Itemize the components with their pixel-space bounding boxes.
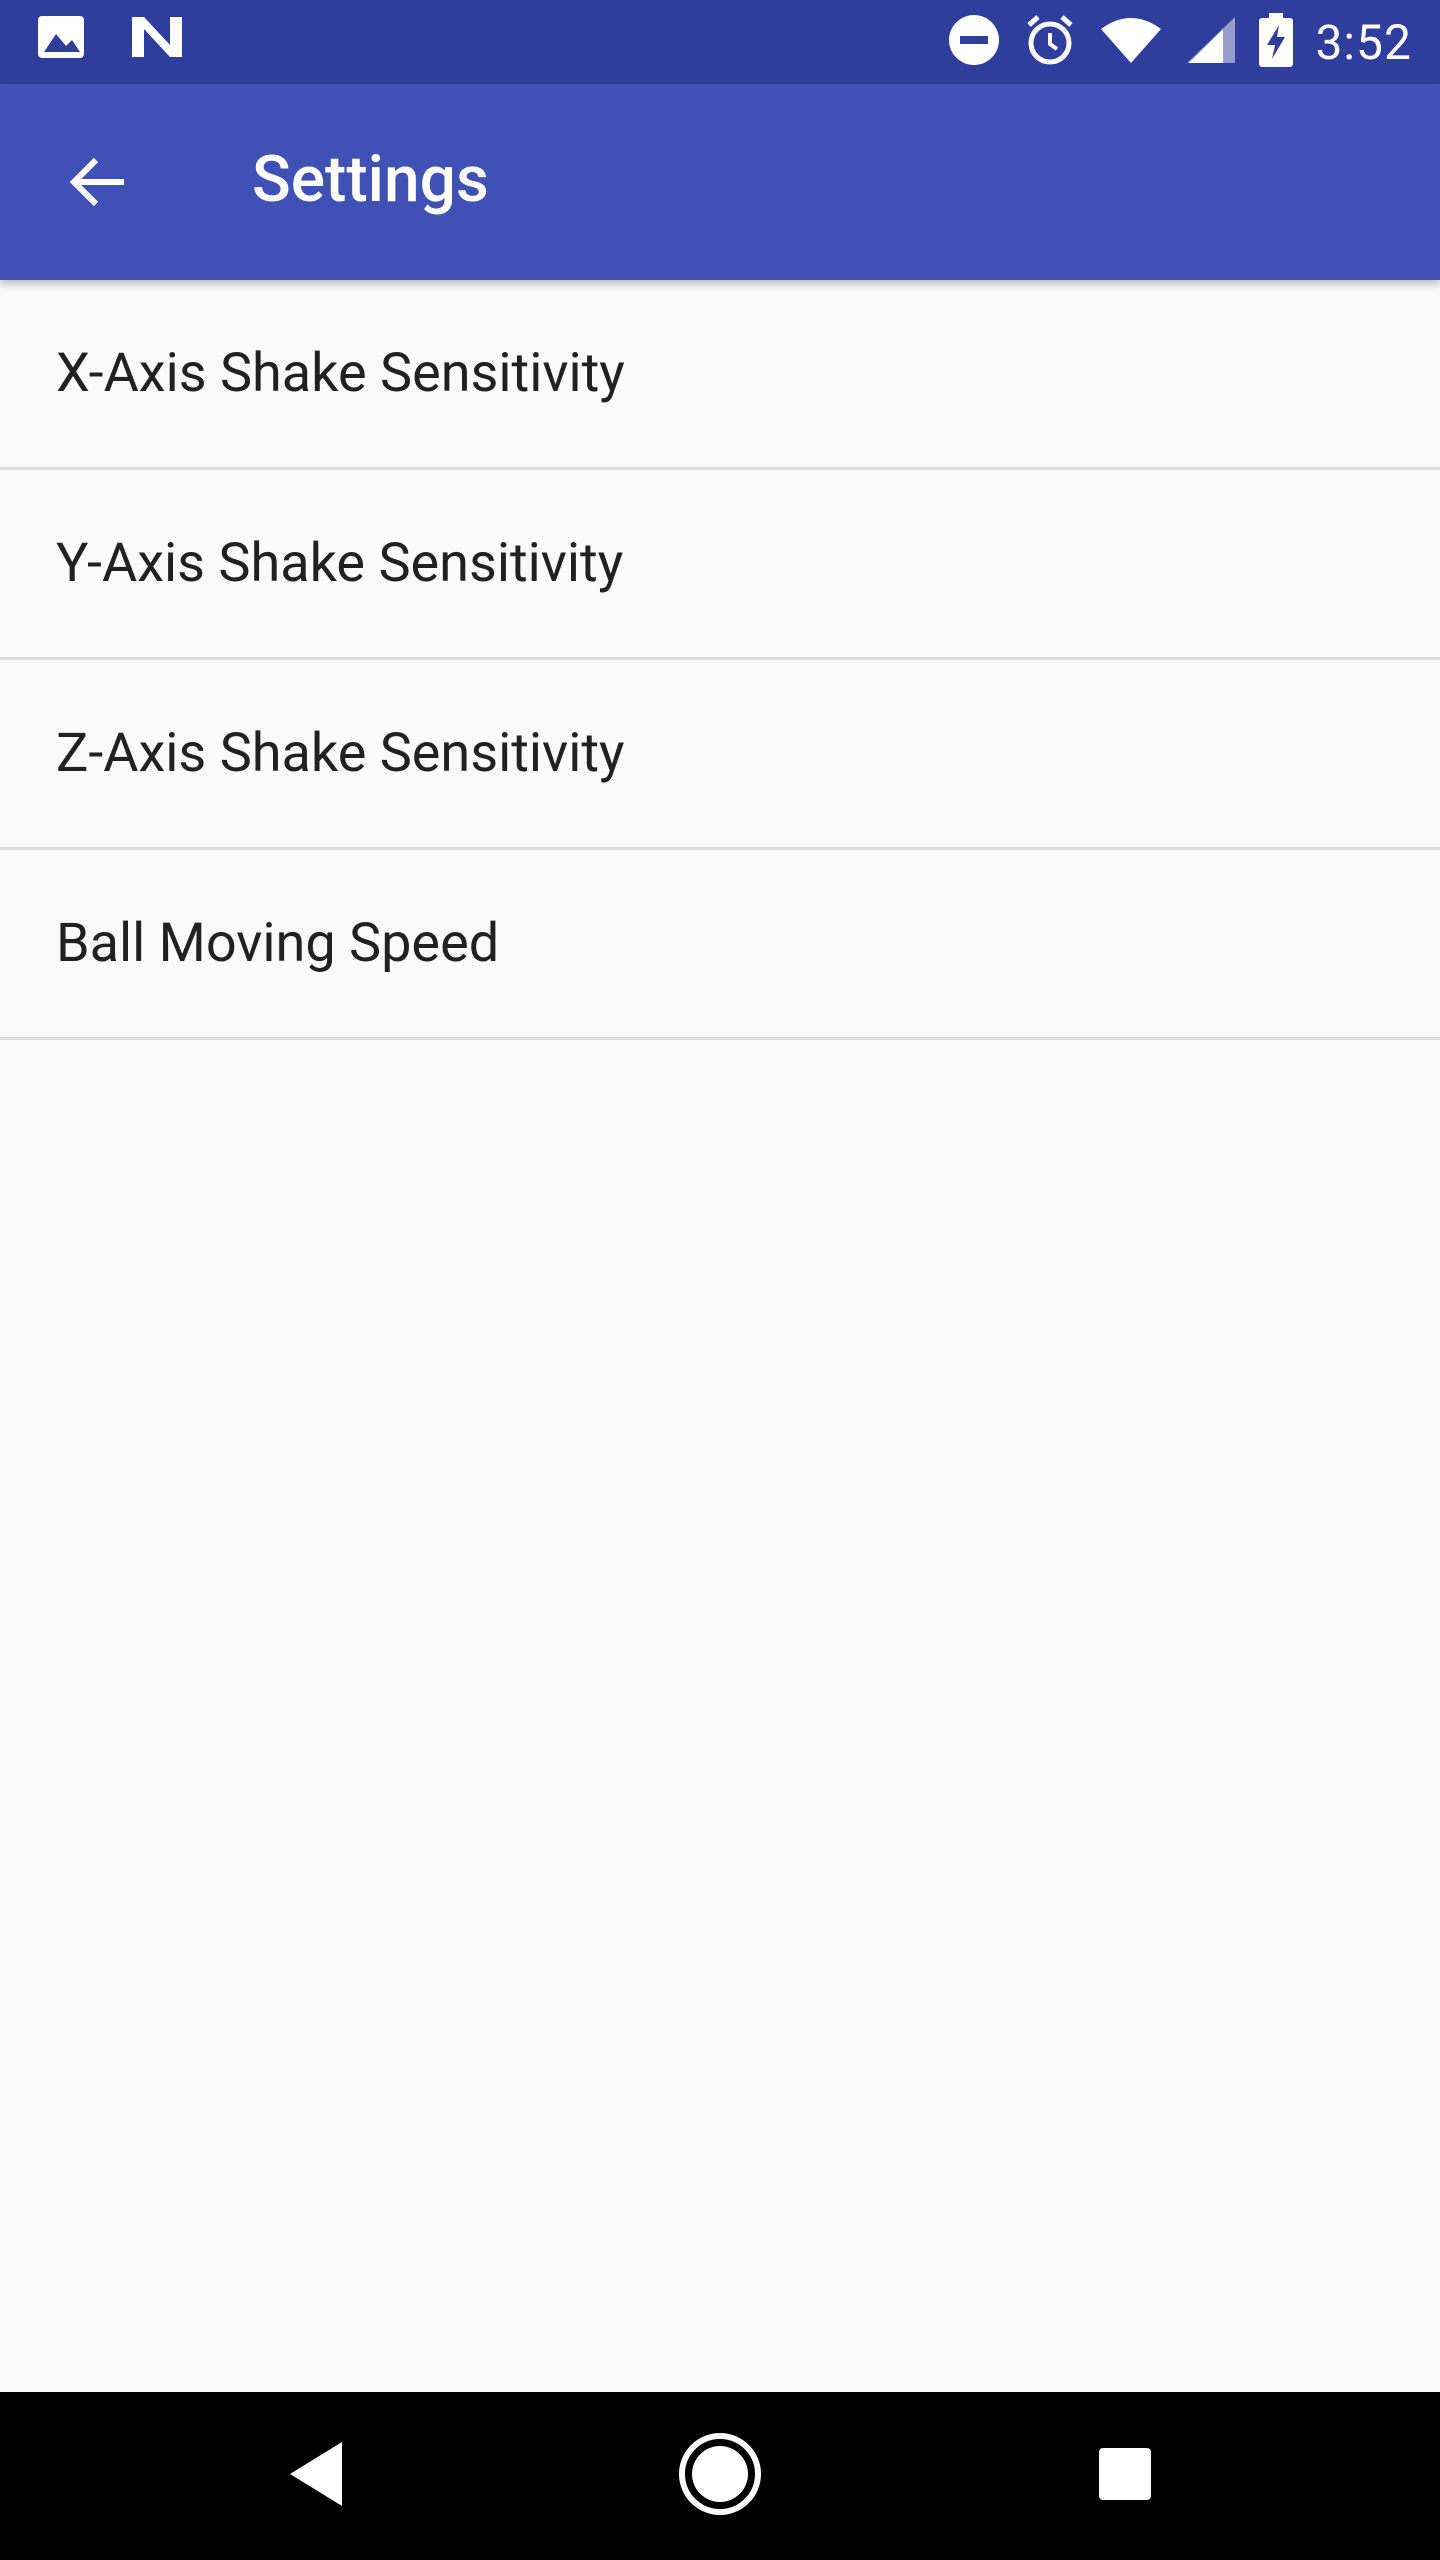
image-icon [36, 14, 86, 64]
wifi-icon [1099, 15, 1163, 69]
back-triangle-icon [286, 2440, 346, 2512]
setting-label: Y-Axis Shake Sensitivity [56, 532, 624, 595]
nav-back-button[interactable] [266, 2426, 366, 2526]
back-button[interactable] [52, 138, 144, 230]
do-not-disturb-icon [947, 13, 1001, 71]
navigation-bar [0, 2392, 1440, 2560]
setting-label: Ball Moving Speed [56, 912, 500, 975]
status-bar: 3:52 [0, 0, 1440, 84]
status-clock: 3:52 [1315, 13, 1412, 71]
settings-list: X-Axis Shake Sensitivity Y-Axis Shake Se… [0, 280, 1440, 1040]
alarm-icon [1023, 13, 1077, 71]
signal-icon [1185, 15, 1237, 69]
page-title: Settings [252, 142, 489, 217]
n-logo-icon [130, 15, 184, 63]
setting-y-axis-sensitivity[interactable]: Y-Axis Shake Sensitivity [0, 470, 1440, 660]
nav-recents-button[interactable] [1075, 2426, 1175, 2526]
setting-label: X-Axis Shake Sensitivity [56, 342, 625, 405]
setting-label: Z-Axis Shake Sensitivity [56, 722, 625, 785]
setting-x-axis-sensitivity[interactable]: X-Axis Shake Sensitivity [0, 280, 1440, 470]
nav-home-button[interactable] [670, 2426, 770, 2526]
app-bar: Settings [0, 84, 1440, 280]
recents-square-icon [1097, 2446, 1153, 2506]
arrow-back-icon [66, 150, 130, 218]
setting-z-axis-sensitivity[interactable]: Z-Axis Shake Sensitivity [0, 660, 1440, 850]
home-circle-icon [678, 2432, 762, 2520]
battery-charging-icon [1259, 13, 1294, 71]
setting-ball-moving-speed[interactable]: Ball Moving Speed [0, 850, 1440, 1040]
